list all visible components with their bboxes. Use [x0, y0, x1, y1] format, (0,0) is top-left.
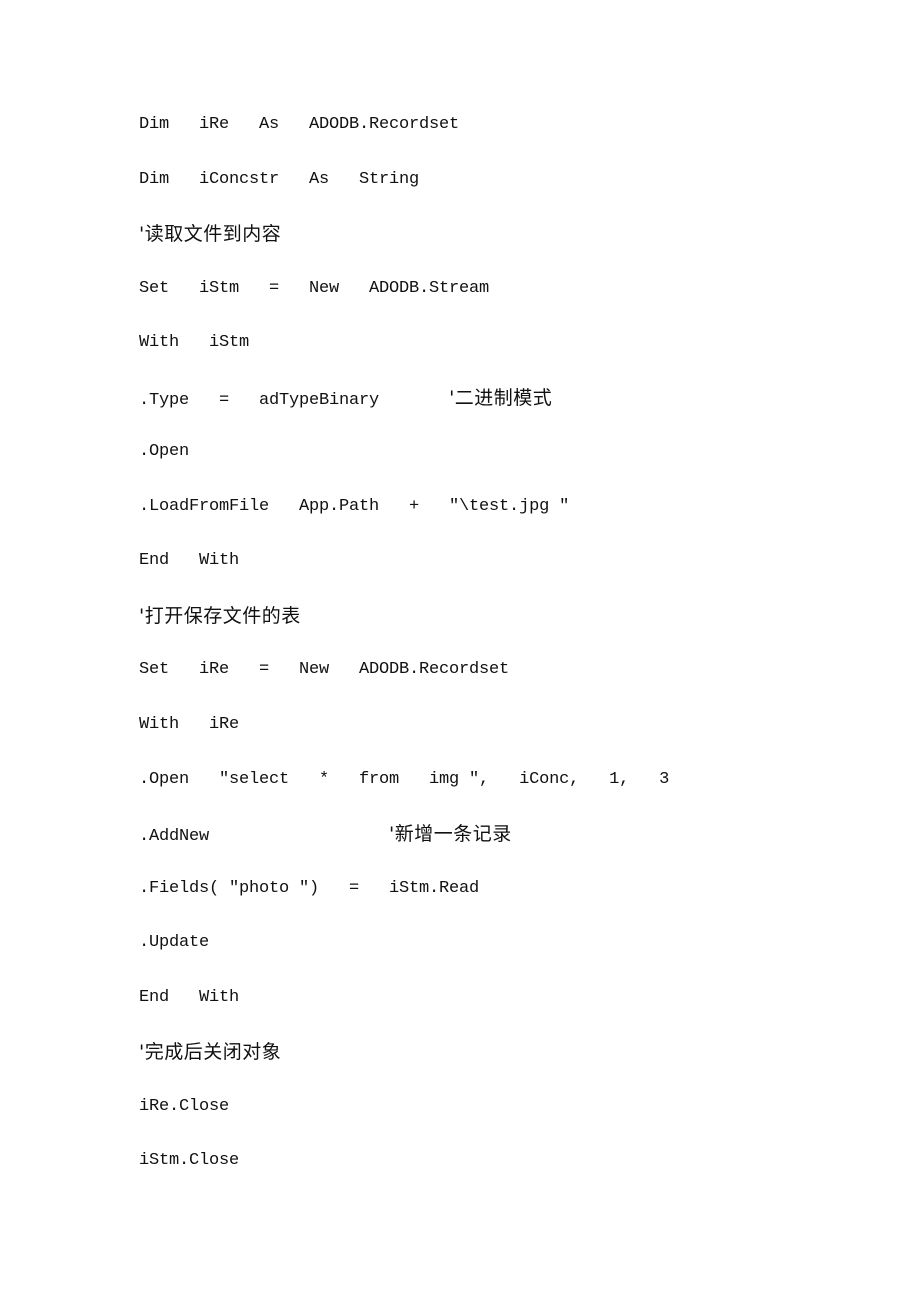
code-text: .Open: [139, 442, 190, 462]
code-comment: '完成后关闭对象: [139, 1041, 282, 1064]
code-line: '完成后关闭对象: [139, 1040, 669, 1095]
code-text: .LoadFromFile App.Path + "\test.jpg ": [139, 496, 570, 516]
code-text: .AddNew: [139, 827, 390, 847]
code-line: End With: [139, 549, 669, 604]
code-text: End With: [139, 987, 240, 1007]
code-text: iRe.Close: [139, 1096, 230, 1116]
code-text: With iRe: [139, 715, 240, 735]
code-text: .Type = adTypeBinary: [139, 390, 450, 410]
code-line: With iStm: [139, 331, 669, 386]
code-listing: Dim iRe As ADODB.Recordset Dim iConcstr …: [139, 113, 669, 1204]
code-comment: '新增一条记录: [389, 823, 512, 846]
code-line: .Open: [139, 440, 669, 495]
code-line: End With: [139, 986, 669, 1041]
code-line: iRe.Close: [139, 1095, 669, 1150]
code-line: With iRe: [139, 713, 669, 768]
code-text: .Fields( "photo ") = iStm.Read: [139, 878, 480, 898]
code-line: .LoadFromFile App.Path + "\test.jpg ": [139, 495, 669, 550]
code-text: Set iRe = New ADODB.Recordset: [139, 660, 510, 680]
document-page: Dim iRe As ADODB.Recordset Dim iConcstr …: [0, 0, 920, 1302]
code-line: .Type = adTypeBinary '二进制模式: [139, 386, 669, 441]
code-line: iStm.Close: [139, 1149, 669, 1204]
code-text: Set iStm = New ADODB.Stream: [139, 278, 490, 298]
code-line: Dim iRe As ADODB.Recordset: [139, 113, 669, 168]
code-comment: '读取文件到内容: [139, 223, 282, 246]
code-text: iStm.Close: [139, 1151, 240, 1171]
code-line: Set iStm = New ADODB.Stream: [139, 277, 669, 332]
code-text: Dim iRe As ADODB.Recordset: [139, 115, 460, 134]
code-line: .Fields( "photo ") = iStm.Read: [139, 877, 669, 932]
code-text: .Update: [139, 933, 210, 953]
code-line: Dim iConcstr As String: [139, 168, 669, 223]
code-line: .Update: [139, 931, 669, 986]
code-comment: '二进制模式: [449, 386, 553, 409]
code-line: '打开保存文件的表: [139, 604, 669, 659]
code-text: .Open "select * from img ", iConc, 1, 3: [139, 769, 670, 789]
code-text: Dim iConcstr As String: [139, 169, 420, 189]
code-comment: '打开保存文件的表: [139, 604, 301, 627]
code-line: '读取文件到内容: [139, 222, 669, 277]
code-text: End With: [139, 551, 240, 571]
code-text: With iStm: [139, 333, 250, 353]
code-line: .AddNew '新增一条记录: [139, 822, 669, 877]
code-line: .Open "select * from img ", iConc, 1, 3: [139, 768, 669, 823]
code-line: Set iRe = New ADODB.Recordset: [139, 658, 669, 713]
